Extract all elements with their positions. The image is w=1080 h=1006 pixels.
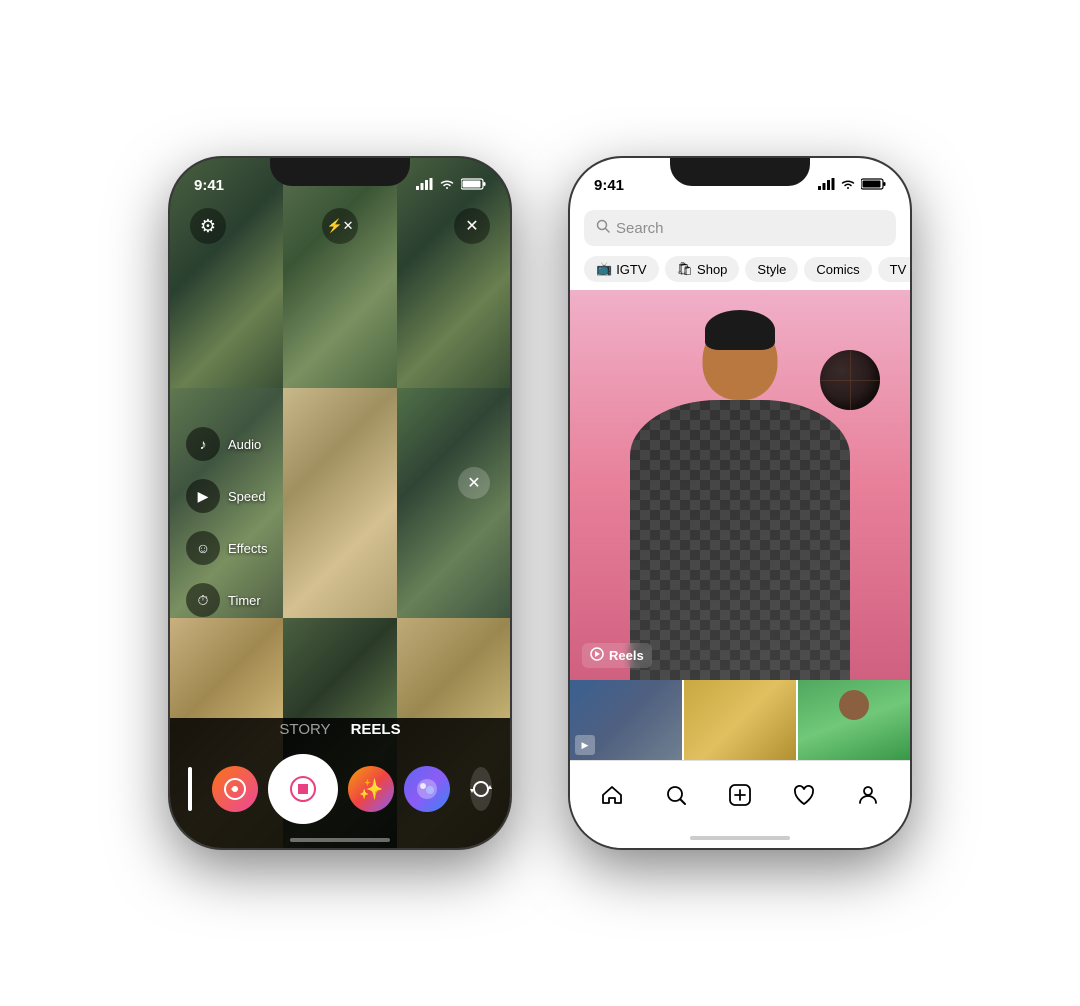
right-status-time: 9:41 xyxy=(594,177,624,194)
tab-style[interactable]: Style xyxy=(745,257,798,282)
grid-cell-center xyxy=(283,388,396,618)
tv-movies-label: TV & Movies xyxy=(890,262,910,277)
reels-effect-button[interactable] xyxy=(212,766,258,812)
featured-reel-card[interactable]: Reels xyxy=(570,290,910,680)
tab-tv-movies[interactable]: TV & Movies xyxy=(878,257,910,282)
home-bar xyxy=(690,836,790,840)
nav-add[interactable] xyxy=(715,773,765,817)
speed-menu-item[interactable]: ▶ Speed xyxy=(186,479,268,513)
speed-label: Speed xyxy=(228,489,266,504)
search-placeholder-text: Search xyxy=(616,220,664,237)
scene: 9:41 ⚙ xyxy=(0,0,1080,1006)
explore-screen: 9:41 xyxy=(570,158,910,848)
shop-label: Shop xyxy=(697,262,727,277)
battery-icon xyxy=(461,178,486,193)
left-status-time: 9:41 xyxy=(194,177,224,194)
left-status-icons xyxy=(416,178,486,193)
reels-badge-icon xyxy=(590,647,604,664)
grid-cell-mr xyxy=(397,388,510,618)
tab-igtv[interactable]: 📺 IGTV xyxy=(584,256,659,282)
left-phone-screen: 9:41 ⚙ xyxy=(170,158,510,848)
cancel-recording-button[interactable]: ✕ xyxy=(458,467,490,499)
shutter-button[interactable] xyxy=(268,754,338,824)
shop-icon: 🛍 xyxy=(677,261,694,277)
camera-screen: 9:41 ⚙ xyxy=(170,158,510,848)
search-icon xyxy=(596,219,610,238)
bottom-nav xyxy=(570,760,910,828)
nav-home[interactable] xyxy=(587,773,637,817)
right-status-icons xyxy=(818,178,886,193)
audio-label: Audio xyxy=(228,437,261,452)
wifi-icon xyxy=(439,178,455,193)
explore-content: Reels ▶ xyxy=(570,290,910,760)
home-indicator xyxy=(290,838,390,842)
nav-likes[interactable] xyxy=(779,773,829,817)
thumb-3[interactable] xyxy=(798,680,910,760)
reel-person xyxy=(570,290,910,680)
tab-shop[interactable]: 🛍 Shop xyxy=(665,256,740,282)
gallery-thumbnail[interactable] xyxy=(188,767,192,811)
camera-controls-row: ✨ xyxy=(170,754,510,824)
search-bar[interactable]: Search xyxy=(584,210,896,246)
search-bar-wrapper: Search xyxy=(570,202,910,252)
right-status-bar: 9:41 xyxy=(570,158,910,202)
right-phone: 9:41 xyxy=(570,158,910,848)
camera-top-bar: ⚙ ⚡✕ ✕ xyxy=(170,208,510,244)
speed-icon: ▶ xyxy=(186,479,220,513)
reels-mode-label[interactable]: REELS xyxy=(351,721,401,738)
timer-icon: ⏱ xyxy=(186,583,220,617)
tab-comics[interactable]: Comics xyxy=(804,257,871,282)
filter-tabs: 📺 IGTV 🛍 Shop Style Comics TV & Movies xyxy=(570,252,910,290)
nav-search[interactable] xyxy=(651,773,701,817)
thumb-2[interactable] xyxy=(684,680,796,760)
settings-button[interactable]: ⚙ xyxy=(190,208,226,244)
right-wifi-icon xyxy=(840,178,856,193)
flip-camera-button[interactable] xyxy=(470,767,492,811)
effect-orb-button[interactable] xyxy=(404,766,450,812)
reels-badge: Reels xyxy=(582,643,652,668)
comics-label: Comics xyxy=(816,262,859,277)
effects-menu-item[interactable]: ☺ Effects xyxy=(186,531,268,565)
story-mode-label[interactable]: STORY xyxy=(279,721,330,738)
sparkle-effect-button[interactable]: ✨ xyxy=(348,766,394,812)
timer-label: Timer xyxy=(228,593,261,608)
timer-menu-item[interactable]: ⏱ Timer xyxy=(186,583,268,617)
effects-icon: ☺ xyxy=(186,531,220,565)
left-phone: 9:41 ⚙ xyxy=(170,158,510,848)
reels-badge-text: Reels xyxy=(609,648,644,663)
right-signal-icon xyxy=(818,178,835,193)
igtv-icon: 📺 xyxy=(596,261,612,277)
left-status-bar: 9:41 xyxy=(170,158,510,202)
nav-profile[interactable] xyxy=(843,773,893,817)
style-label: Style xyxy=(757,262,786,277)
right-battery-icon xyxy=(861,178,886,193)
right-phone-screen: 9:41 xyxy=(570,158,910,848)
igtv-label: IGTV xyxy=(616,262,646,277)
camera-side-menu: ♪ Audio ▶ Speed ☺ Effects ⏱ Timer xyxy=(186,427,268,617)
audio-menu-item[interactable]: ♪ Audio xyxy=(186,427,268,461)
home-indicator-right xyxy=(570,828,910,848)
shutter-inner xyxy=(280,766,326,812)
audio-icon: ♪ xyxy=(186,427,220,461)
close-button[interactable]: ✕ xyxy=(454,208,490,244)
flash-button[interactable]: ⚡✕ xyxy=(322,208,358,244)
camera-modes: STORY REELS xyxy=(279,721,400,738)
effects-label: Effects xyxy=(228,541,268,556)
thumb-1[interactable]: ▶ xyxy=(570,680,682,760)
camera-bottom-bar: STORY REELS xyxy=(170,718,510,848)
thumbnail-grid: ▶ xyxy=(570,680,910,760)
signal-icon xyxy=(416,178,433,193)
